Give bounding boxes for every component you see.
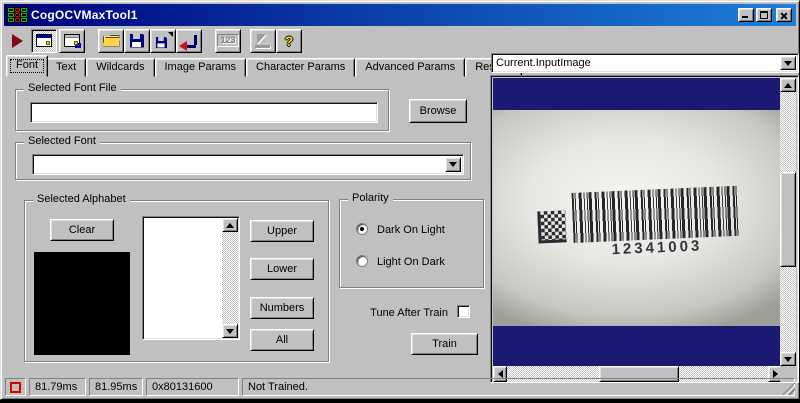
reset-icon (179, 33, 198, 51)
save-as-icon (155, 36, 167, 48)
image-bottom-band (493, 326, 782, 366)
tabstrip: Font Text Wildcards Image Params Charact… (6, 55, 522, 77)
titlebar[interactable]: CogOCVMaxTool1 (4, 4, 796, 26)
minimize-button[interactable] (738, 8, 754, 22)
tune-after-train-checkbox[interactable] (457, 305, 470, 318)
cogocvmaxtool-window: CogOCVMaxTool1 123 ? Font Text Wildcards… (0, 0, 800, 400)
tab-text[interactable]: Text (46, 58, 87, 77)
total-time-panel: 81.95ms (89, 378, 143, 396)
barcode-photo: 12341003 (493, 110, 782, 326)
status-message-panel: Not Trained. (242, 378, 795, 396)
status-indicator-panel (5, 378, 26, 396)
tune-after-train-label: Tune After Train (370, 307, 448, 319)
barcode-bars (571, 185, 740, 243)
tab-wildcards[interactable]: Wildcards (86, 58, 155, 77)
screen: CogOCVMaxTool1 123 ? Font Text Wildcards… (0, 0, 800, 403)
selected-alphabet-label: Selected Alphabet (33, 193, 130, 205)
dark-on-light-label[interactable]: Dark On Light (377, 224, 445, 236)
record-indicator-icon (10, 381, 21, 393)
light-on-dark-label[interactable]: Light On Dark (377, 256, 445, 268)
cognex-grid-icon (7, 7, 28, 23)
help-button[interactable]: ? (276, 28, 302, 53)
data-grid-icon: 123 (217, 34, 239, 47)
image-selector-value: Current.InputImage (496, 57, 591, 69)
selected-font-group: Selected Font (15, 135, 471, 180)
save-file-icon (130, 33, 144, 48)
run-button[interactable] (5, 29, 29, 53)
alphabet-listbox-scrollbar[interactable] (222, 218, 238, 338)
reset-button[interactable] (176, 28, 202, 53)
font-file-path-input[interactable] (30, 102, 378, 123)
selected-alphabet-group: Selected Alphabet Clear Upper Lower Numb… (24, 193, 329, 362)
upper-button[interactable]: Upper (250, 220, 314, 242)
clear-button[interactable]: Clear (50, 219, 114, 241)
dark-on-light-radio[interactable] (356, 223, 368, 235)
vertical-scroll-thumb[interactable] (780, 172, 796, 267)
toolbar: 123 ? (5, 28, 302, 53)
show-image-window-button[interactable] (31, 28, 57, 53)
train-button[interactable]: Train (411, 333, 478, 355)
open-file-icon (102, 34, 120, 47)
pointer-tool-icon (255, 33, 271, 48)
maximize-icon (760, 11, 768, 19)
selected-font-label: Selected Font (24, 135, 100, 147)
barcode-graphic: 12341003 (535, 185, 748, 266)
scroll-down-icon[interactable] (222, 324, 238, 338)
selected-font-file-label: Selected Font File (24, 82, 121, 94)
data-grid-button: 123 (215, 28, 241, 53)
pointer-tool-button (250, 28, 276, 53)
lower-button[interactable]: Lower (250, 258, 314, 280)
image-display: 12341003 (490, 75, 799, 383)
maximize-button[interactable] (756, 8, 772, 22)
light-on-dark-radio[interactable] (356, 255, 368, 267)
polarity-label: Polarity (348, 192, 393, 204)
alphabet-listbox[interactable] (142, 216, 240, 340)
tab-character-params[interactable]: Character Params (246, 58, 356, 77)
scroll-up-icon[interactable] (780, 78, 796, 92)
image-selector-combo[interactable]: Current.InputImage (491, 53, 799, 73)
float-window-icon (64, 34, 81, 48)
tab-image-params[interactable]: Image Params (154, 58, 247, 77)
all-button[interactable]: All (250, 329, 314, 351)
image-top-band (493, 78, 782, 110)
execution-time-panel: 81.79ms (29, 378, 86, 396)
close-button[interactable] (776, 8, 792, 22)
selected-font-combo[interactable] (32, 154, 464, 175)
dropdown-arrow-icon[interactable] (780, 56, 796, 70)
tab-font[interactable]: Font (6, 55, 49, 77)
window-title: CogOCVMaxTool1 (31, 8, 138, 22)
datamatrix-icon (537, 210, 567, 244)
polarity-group: Polarity Dark On Light Light On Dark (339, 192, 484, 288)
result-code-panel: 0x80131600 (146, 378, 239, 396)
dropdown-arrow-icon[interactable] (445, 157, 461, 172)
character-preview-box (34, 252, 130, 355)
selected-font-file-group: Selected Font File (15, 82, 389, 131)
help-icon: ? (284, 32, 294, 49)
tab-advanced-params[interactable]: Advanced Params (355, 58, 466, 77)
float-window-button[interactable] (59, 28, 85, 53)
save-as-button[interactable] (150, 28, 176, 53)
minimize-icon (742, 16, 748, 18)
browse-button[interactable]: Browse (409, 99, 467, 123)
scroll-up-icon[interactable] (222, 218, 238, 232)
show-image-window-icon (36, 34, 52, 47)
numbers-button[interactable]: Numbers (250, 297, 314, 319)
save-file-button[interactable] (124, 28, 150, 53)
open-file-button[interactable] (98, 28, 124, 53)
scroll-down-icon[interactable] (780, 352, 796, 366)
run-icon (11, 33, 23, 48)
status-bar: 81.79ms 81.95ms 0x80131600 Not Trained. (4, 377, 796, 397)
image-viewport[interactable]: 12341003 (493, 78, 782, 366)
